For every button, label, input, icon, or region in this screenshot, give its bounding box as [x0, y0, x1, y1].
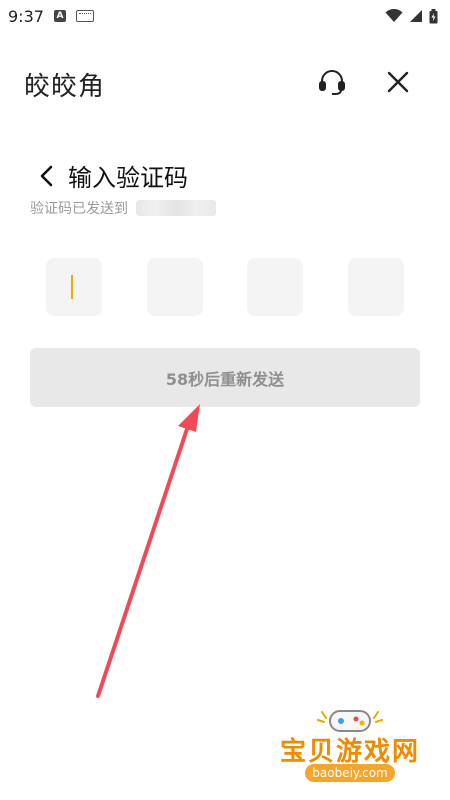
code-digit-box-2[interactable]	[146, 258, 203, 316]
android-icon: A	[53, 10, 66, 22]
code-digit-box-4[interactable]	[347, 258, 404, 316]
wifi-icon	[385, 9, 403, 22]
status-bar-left: 9:37 A	[8, 7, 94, 26]
watermark-url: baobeiy.com	[305, 764, 395, 782]
status-bar-right	[385, 8, 438, 24]
verification-code-input	[46, 258, 404, 316]
code-digit-box-1[interactable]	[46, 258, 102, 316]
app-brand-logo: 皎皎角	[24, 72, 106, 102]
battery-icon	[429, 8, 438, 23]
close-icon	[387, 71, 409, 93]
watermark-logo: 宝贝游戏网 baobeiy.com	[270, 706, 430, 796]
close-button[interactable]	[380, 64, 416, 100]
code-digit-box-3[interactable]	[247, 258, 304, 316]
text-cursor	[71, 275, 73, 299]
signal-icon	[410, 10, 422, 22]
resend-code-button[interactable]: 58秒后重新发送	[30, 348, 420, 407]
status-bar: 9:37 A	[0, 0, 450, 32]
code-sent-label: 验证码已发送到	[30, 201, 128, 217]
keyboard-icon	[75, 10, 94, 22]
masked-phone-number	[136, 200, 216, 216]
page-title: 输入验证码	[68, 164, 188, 192]
customer-service-button[interactable]	[314, 64, 350, 100]
header: 皎皎角	[0, 56, 450, 108]
watermark-title: 宝贝游戏网	[279, 737, 420, 767]
headset-icon	[319, 70, 345, 95]
chevron-left-icon	[40, 165, 53, 186]
status-time: 9:37	[8, 6, 44, 26]
back-button[interactable]	[36, 160, 58, 192]
subtitle-row: 验证码已发送到	[30, 198, 216, 218]
title-row: 输入验证码	[36, 158, 188, 193]
